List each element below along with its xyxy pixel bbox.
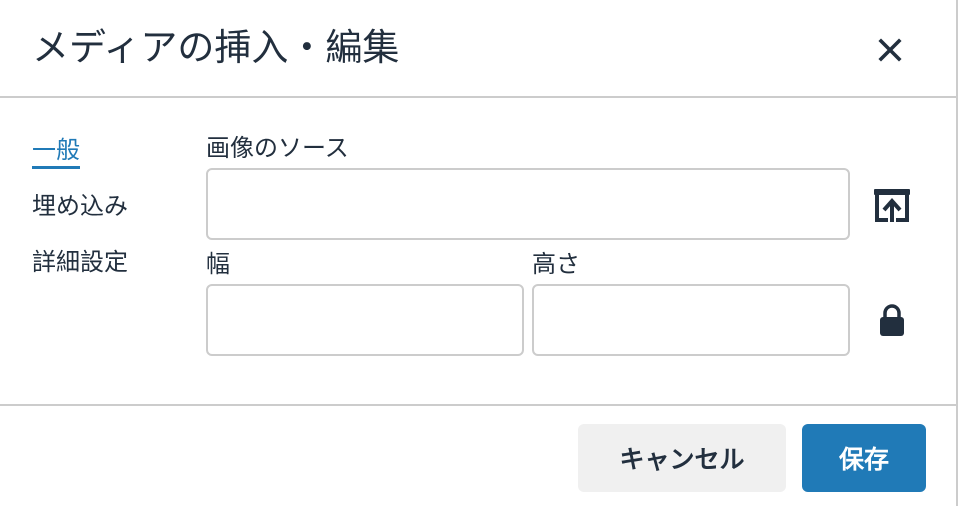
tab-advanced[interactable]: 詳細設定 xyxy=(32,246,128,278)
constrain-proportions-toggle[interactable] xyxy=(868,296,916,344)
tab-embed[interactable]: 埋め込み xyxy=(32,190,128,222)
close-icon xyxy=(878,38,902,62)
save-button[interactable]: 保存 xyxy=(802,424,926,492)
dialog-footer: キャンセル 保存 xyxy=(0,404,956,506)
tab-active-indicator xyxy=(32,166,80,169)
close-button[interactable] xyxy=(866,26,914,74)
upload-button[interactable] xyxy=(868,182,916,230)
dialog-header: メディアの挿入・編集 xyxy=(0,0,956,98)
source-label: 画像のソース xyxy=(206,134,349,162)
tab-general-label: 一般 xyxy=(32,136,80,164)
tab-general[interactable]: 一般 xyxy=(32,134,80,169)
source-input[interactable] xyxy=(206,168,850,240)
media-dialog: メディアの挿入・編集 一般 埋め込み 詳細設定 画像のソース 幅 高さ キャンセ… xyxy=(0,0,958,506)
lock-icon xyxy=(880,304,904,336)
width-label: 幅 xyxy=(206,250,230,278)
height-label: 高さ xyxy=(532,250,580,278)
cancel-button[interactable]: キャンセル xyxy=(578,424,786,492)
upload-icon xyxy=(874,189,910,222)
dialog-body: 一般 埋め込み 詳細設定 画像のソース 幅 高さ xyxy=(0,98,956,404)
dialog-title: メディアの挿入・編集 xyxy=(32,26,400,69)
width-input[interactable] xyxy=(206,284,524,356)
height-input[interactable] xyxy=(532,284,850,356)
